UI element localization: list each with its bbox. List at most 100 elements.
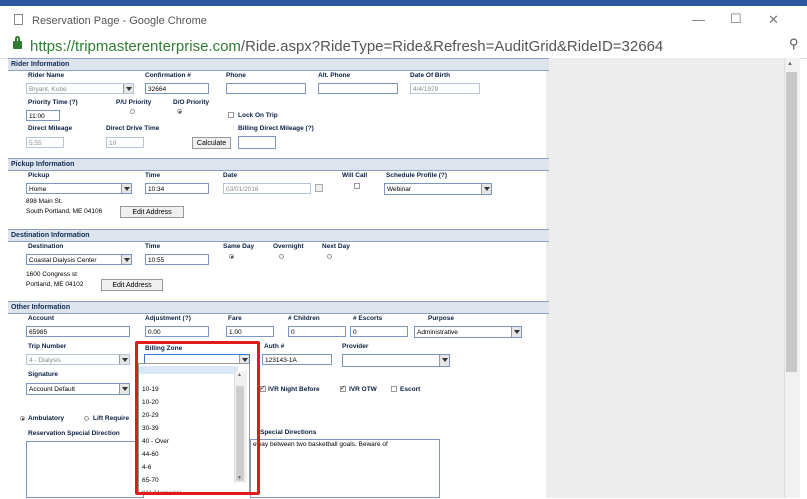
reservation-directions-label: Reservation Special Direction <box>28 430 120 437</box>
lift-required-radio[interactable] <box>84 416 89 421</box>
pickup-edit-address-button[interactable]: Edit Address <box>120 206 184 218</box>
signature-value: Account Default <box>29 386 75 393</box>
purpose-select[interactable]: Administrative <box>414 326 522 338</box>
minimize-icon[interactable]: — <box>692 12 705 27</box>
will-call-checkbox[interactable] <box>354 183 360 189</box>
escort-label: Escort <box>400 386 421 393</box>
ambulatory-radio[interactable] <box>20 416 25 421</box>
chevron-down-icon[interactable] <box>123 84 133 93</box>
provider-label: Provider <box>342 343 369 350</box>
trip-number-select[interactable]: 4 - Dialysis <box>26 354 130 365</box>
alt-phone-label: Alt. Phone <box>318 72 351 79</box>
address-bar[interactable]: https://tripmasterenterprise.com/Ride.as… <box>0 34 807 59</box>
purpose-label: Purpose <box>428 315 455 322</box>
url-text[interactable]: https://tripmasterenterprise.com/Ride.as… <box>30 38 663 55</box>
chevron-down-icon[interactable] <box>481 184 491 194</box>
lock-icon <box>13 41 22 49</box>
chevron-down-icon[interactable] <box>119 355 129 364</box>
zoom-icon[interactable]: ⚲ <box>789 36 799 52</box>
pickup-address-line2: South Portland, ME 04106 <box>26 208 103 215</box>
window-titlebar: Reservation Page - Google Chrome — ☐ ✕ <box>0 6 807 34</box>
lock-on-trip-checkbox[interactable] <box>228 112 234 118</box>
auth-input[interactable]: 123143-1A <box>262 354 332 365</box>
provider-select[interactable] <box>342 354 450 367</box>
chevron-down-icon[interactable] <box>121 184 131 193</box>
auth-label: Auth # <box>264 343 285 350</box>
escort-checkbox[interactable] <box>391 386 397 392</box>
special-directions-textarea[interactable]: eway between two basketball goals. Bewar… <box>250 439 440 498</box>
overnight-radio[interactable] <box>279 254 284 259</box>
adjustment-input[interactable]: 0.00 <box>145 326 209 337</box>
destination-time-input[interactable]: 10:55 <box>145 254 209 265</box>
destination-label: Destination <box>28 243 64 250</box>
special-directions-label: Special Directions <box>260 429 317 436</box>
calendar-icon[interactable] <box>315 184 323 192</box>
destination-edit-address-button[interactable]: Edit Address <box>101 279 163 291</box>
lock-on-trip-label: Lock On Trip <box>238 112 278 119</box>
ivr-night-before-checkbox[interactable] <box>260 384 266 392</box>
pickup-select[interactable]: Home <box>26 183 132 194</box>
url-path: /Ride.aspx?RideType=Ride&Refresh=AuditGr… <box>240 38 664 55</box>
fare-input[interactable]: 1.00 <box>226 326 274 337</box>
ivr-otw-label: IVR OTW <box>349 386 377 393</box>
url-scheme: https:// <box>30 38 76 55</box>
calculate-button[interactable]: Calculate <box>192 137 231 149</box>
dob-input[interactable]: 4/4/1979 <box>410 83 480 94</box>
empty-area <box>546 58 793 498</box>
destination-address-line1: 1600 Congress st <box>26 271 77 278</box>
lift-required-label: Lift Require <box>93 415 130 422</box>
ivr-night-before-label: IVR Night Before <box>268 386 320 393</box>
maximize-icon[interactable]: ☐ <box>730 11 742 27</box>
purpose-value: Administrative <box>417 329 458 336</box>
pickup-label: Pickup <box>28 172 50 179</box>
section-rider: Rider Information <box>8 58 549 71</box>
rider-name-value: Bryant, Kobe <box>29 86 67 93</box>
pickup-time-input[interactable]: 10:34 <box>145 183 209 194</box>
url-host: tripmasterenterprise.com <box>75 38 241 55</box>
schedule-profile-select[interactable]: Webinar <box>384 183 492 195</box>
chevron-down-icon[interactable] <box>439 355 449 366</box>
chevron-down-icon[interactable] <box>511 327 521 337</box>
do-priority-radio[interactable] <box>177 109 182 114</box>
signature-select[interactable]: Account Default <box>26 383 130 395</box>
alt-phone-input[interactable] <box>318 83 398 94</box>
next-day-radio[interactable] <box>327 254 332 259</box>
special-directions-text: eway between two basketball goals. Bewar… <box>253 441 388 448</box>
rider-name-label: Rider Name <box>28 72 65 79</box>
scroll-up-icon[interactable]: ▲ <box>787 61 793 67</box>
escorts-input[interactable]: 0 <box>350 326 408 337</box>
will-call-label: Will Call <box>342 172 368 179</box>
reservation-directions-textarea[interactable] <box>26 441 144 498</box>
escorts-label: # Escorts <box>353 315 383 322</box>
pu-priority-radio[interactable] <box>130 109 135 114</box>
section-destination: Destination Information <box>8 229 549 242</box>
billing-mileage-input[interactable] <box>238 136 276 149</box>
children-input[interactable]: 0 <box>288 326 346 337</box>
page-scroll-thumb[interactable] <box>786 72 797 372</box>
account-input[interactable]: 65985 <box>26 326 130 337</box>
destination-select[interactable]: Coastal Dialysis Center <box>26 254 132 265</box>
confirmation-input[interactable]: 32664 <box>145 83 209 94</box>
signature-label: Signature <box>28 371 58 378</box>
rider-name-select[interactable]: Bryant, Kobe <box>26 83 134 94</box>
pickup-date-input[interactable]: 03/01/2016 <box>223 183 311 194</box>
close-icon[interactable]: ✕ <box>768 12 779 28</box>
account-label: Account <box>28 315 54 322</box>
priority-time-input[interactable]: 11:00 <box>26 110 60 121</box>
chevron-down-icon[interactable] <box>121 255 131 264</box>
destination-time-label: Time <box>145 243 161 250</box>
same-day-label: Same Day <box>223 243 255 250</box>
chevron-down-icon[interactable] <box>119 384 129 394</box>
window-title: Reservation Page - Google Chrome <box>32 15 207 27</box>
dob-label: Date Of Birth <box>410 72 451 79</box>
destination-value: Coastal Dialysis Center <box>29 257 97 264</box>
same-day-radio[interactable] <box>229 254 234 259</box>
direct-drive-label: Direct Drive Time <box>106 125 160 132</box>
ivr-otw-checkbox[interactable] <box>340 384 346 392</box>
priority-time-label: Priority Time (?) <box>28 99 78 106</box>
phone-input[interactable] <box>226 83 306 94</box>
highlight-box <box>135 341 260 495</box>
direct-mileage-input[interactable]: 5.55 <box>26 137 64 148</box>
direct-drive-input[interactable]: 10 <box>106 137 144 148</box>
schedule-profile-label: Schedule Profile (?) <box>386 172 448 179</box>
